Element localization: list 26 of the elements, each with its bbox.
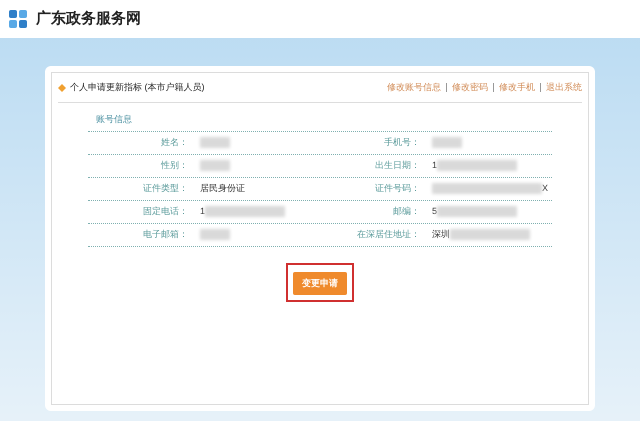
logo-icon [8,9,28,29]
diamond-icon [58,84,66,92]
field-label: 手机号： [383,136,420,149]
field-label: 在深居住地址： [356,228,420,241]
header-link[interactable]: 修改密码 [452,80,488,94]
field-label: 证件类型： [142,182,188,195]
field-value: 1 [432,158,438,172]
panel-title: 个人申请更新指标 (本市户籍人员) [70,80,204,94]
field-label: 电子邮箱： [142,228,188,241]
apply-button[interactable]: 变更申请 [293,272,347,295]
field-value: 1 [200,204,206,218]
field-label: 邮编： [392,204,420,218]
field-label: 性别： [160,158,188,172]
field-value: 居民身份证 [200,182,245,195]
field-label: 证件号码： [374,182,420,195]
field-value: 5 [432,204,438,218]
site-title: 广东政务服务网 [36,8,141,29]
field-value: 深圳 [432,228,450,241]
header-link[interactable]: 修改手机 [499,80,535,94]
field-label: 固定电话： [142,204,188,218]
field-value: X [542,182,548,195]
field-label: 出生日期： [374,158,420,172]
header-link[interactable]: 退出系统 [546,80,582,94]
field-label: 姓名： [160,136,188,149]
section-title: 账号信息 [95,113,132,126]
header-link[interactable]: 修改账号信息 [387,80,441,94]
